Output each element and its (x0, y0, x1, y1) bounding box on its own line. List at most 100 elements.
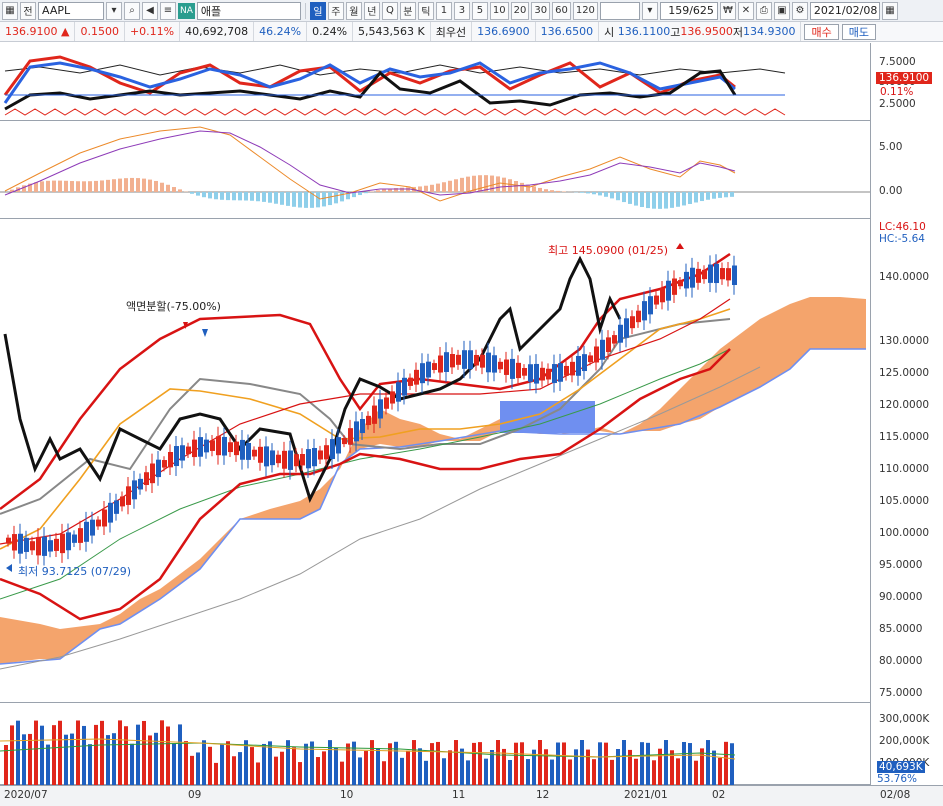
volume-bar (454, 740, 458, 785)
volume-bar (160, 720, 164, 785)
price-tick: 80.0000 (879, 655, 923, 667)
macd-panel[interactable] (0, 121, 870, 219)
macd-histogram-bar (190, 192, 194, 194)
macd-histogram-bar (550, 190, 554, 192)
symbol-input[interactable]: AAPL (38, 1, 104, 20)
gear-icon[interactable]: ⚙ (791, 1, 808, 20)
price-panel[interactable]: 액면분할(-75.00%) 최고 145.0900 (01/25) 최저 93.… (0, 219, 870, 703)
macd-histogram-bar (706, 192, 710, 200)
candle-up (450, 354, 455, 368)
interval-60[interactable]: 60 (552, 1, 571, 20)
macd-histogram-bar (670, 192, 674, 208)
candle-up (612, 335, 617, 344)
x-label: 11 (452, 789, 466, 801)
candle-down (204, 439, 209, 453)
candle-up (570, 361, 575, 376)
macd-histogram-bar (646, 192, 650, 209)
volume-bar (598, 742, 602, 785)
macd-histogram-bar (616, 192, 620, 201)
candle-down (270, 450, 275, 466)
scale-icon[interactable]: ₩ (719, 1, 736, 20)
volume-bar (208, 746, 212, 785)
candle-up (258, 446, 263, 463)
candle-down (240, 439, 245, 460)
volume-bar (244, 740, 248, 785)
macd-histogram-bar (712, 192, 716, 199)
macd-histogram-bar (52, 180, 56, 192)
candle-up (504, 359, 509, 375)
interval-10[interactable]: 10 (489, 1, 509, 20)
period-month-tab[interactable]: 월 (345, 1, 362, 20)
macd-histogram-bar (298, 192, 302, 208)
interval-custom-input[interactable] (599, 1, 640, 20)
volume-bar (604, 742, 608, 785)
print-icon[interactable]: ⎙ (755, 1, 772, 20)
candle-down (426, 361, 431, 378)
menu-icon[interactable]: ≡ (160, 1, 176, 20)
macd-histogram-bar (286, 192, 290, 206)
volume-bar (16, 720, 20, 785)
volume-bar (682, 741, 686, 785)
macd-histogram-bar (364, 192, 368, 194)
candle-up (474, 354, 479, 366)
candle-up (390, 391, 395, 404)
period-week-tab[interactable]: 주 (327, 1, 344, 20)
macd-histogram-bar (436, 183, 440, 192)
candle-up (318, 450, 323, 460)
interval-dropdown-icon[interactable]: ▾ (641, 1, 658, 20)
volume-bar (376, 747, 380, 785)
hc-label: HC:-5.64 (879, 233, 925, 245)
candle-down (138, 478, 143, 490)
macd-histogram-bar (586, 192, 590, 194)
volume-bar (700, 748, 704, 785)
candle-down (732, 265, 737, 286)
macd-histogram-bar (358, 192, 362, 196)
stock-name-field: 애플 (196, 1, 301, 20)
period-quarter-tab[interactable]: Q (381, 1, 398, 20)
macd-plot (0, 126, 870, 209)
candle-up (540, 367, 545, 381)
date-input[interactable]: 2021/02/08 (809, 1, 880, 20)
interval-5[interactable]: 5 (471, 1, 488, 20)
interval-3[interactable]: 3 (453, 1, 470, 20)
search-icon[interactable]: ⌕ (124, 1, 140, 20)
candle-down (336, 437, 341, 454)
candle-down (600, 339, 605, 360)
interval-30[interactable]: 30 (531, 1, 551, 20)
dropdown-icon[interactable]: ▾ (106, 1, 122, 20)
calendar-icon[interactable]: ▦ (881, 1, 898, 20)
price-tick: 120.0000 (879, 399, 930, 411)
volume-bar (256, 762, 260, 785)
volume-bar (22, 734, 26, 785)
interval-120[interactable]: 120 (572, 1, 598, 20)
buy-button[interactable]: 매수 (804, 23, 839, 40)
candle-up (192, 439, 197, 458)
save-icon[interactable]: ▣ (773, 1, 790, 20)
interval-1[interactable]: 1 (435, 1, 452, 20)
volume-bar (610, 759, 614, 785)
candle-down (690, 267, 695, 288)
market-kind-button[interactable]: 전 (20, 1, 36, 20)
indicator-panel[interactable] (0, 43, 870, 121)
split-annotation: 액면분할(-75.00%) (126, 300, 221, 313)
candle-down (462, 350, 467, 369)
speaker-icon[interactable]: ◀ (142, 1, 158, 20)
period-minute-tab[interactable]: 분 (399, 1, 416, 20)
volume-bar (538, 740, 542, 785)
candle-up (78, 528, 83, 543)
period-year-tab[interactable]: 년 (363, 1, 380, 20)
grid-icon[interactable]: ▦ (2, 1, 18, 20)
volume-panel[interactable] (0, 703, 870, 785)
candle-up (516, 362, 521, 379)
tools-icon[interactable]: ✕ (737, 1, 754, 20)
period-tick-tab[interactable]: 틱 (417, 1, 434, 20)
macd-histogram-bar (688, 192, 692, 204)
candle-up (498, 361, 503, 370)
sell-button[interactable]: 매도 (841, 23, 876, 40)
volume-bar (532, 749, 536, 785)
interval-20[interactable]: 20 (510, 1, 530, 20)
macd-histogram-bar (232, 192, 236, 201)
candle-down (360, 418, 365, 434)
volume-bar (688, 743, 692, 785)
period-day-tab[interactable]: 일 (309, 1, 326, 20)
